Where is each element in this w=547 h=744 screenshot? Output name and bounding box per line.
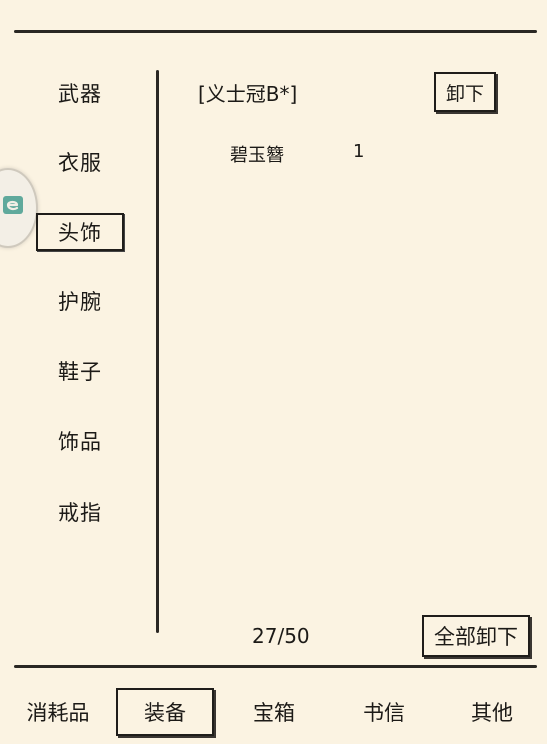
sidebar-item-shoes[interactable]: 鞋子: [36, 352, 124, 390]
top-divider: [14, 30, 537, 33]
sidebar-item-headwear[interactable]: 头饰: [36, 213, 124, 251]
bottom-divider: [14, 665, 537, 668]
equipped-item-title: [义士冠B*]: [198, 82, 298, 106]
inventory-capacity: 27/50: [252, 624, 310, 648]
e-logo-icon: [3, 196, 23, 214]
vertical-divider: [156, 70, 159, 633]
attribute-name: 碧玉簪: [230, 145, 284, 166]
unequip-all-button[interactable]: 全部卸下: [422, 615, 530, 657]
tab-other[interactable]: 其他: [448, 688, 536, 736]
sidebar-item-ring[interactable]: 戒指: [36, 493, 124, 531]
unequip-button[interactable]: 卸下: [434, 72, 496, 112]
tab-letters[interactable]: 书信: [340, 688, 428, 736]
tab-consumables[interactable]: 消耗品: [14, 688, 102, 736]
sidebar-item-accessory[interactable]: 饰品: [36, 422, 124, 460]
sidebar-item-weapon[interactable]: 武器: [36, 74, 124, 112]
attribute-value: 1: [353, 141, 365, 162]
tab-chests[interactable]: 宝箱: [230, 688, 318, 736]
tab-equipment[interactable]: 装备: [116, 688, 214, 736]
sidebar-item-clothes[interactable]: 衣服: [36, 143, 124, 181]
sidebar-item-bracer[interactable]: 护腕: [36, 282, 124, 320]
